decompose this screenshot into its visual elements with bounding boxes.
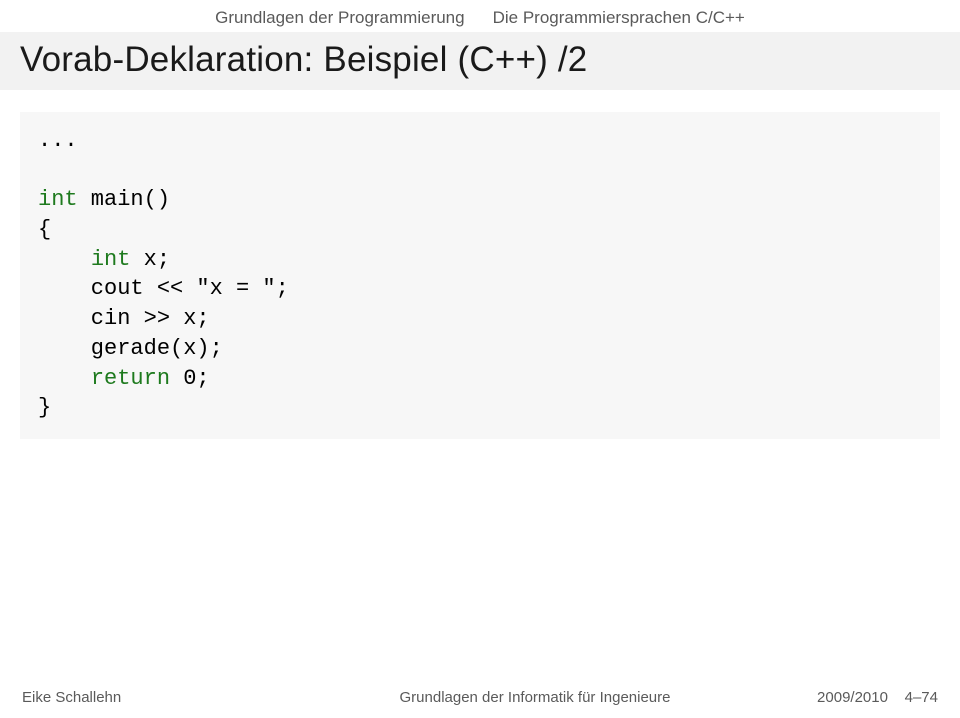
title-band: Vorab-Deklaration: Beispiel (C++) /2 (0, 32, 960, 90)
footer-term: 2009/2010 (817, 689, 888, 706)
keyword-int: int (38, 187, 78, 212)
page-title: Vorab-Deklaration: Beispiel (C++) /2 (20, 40, 940, 80)
code-indent (38, 247, 91, 272)
code-brace-close: } (38, 395, 51, 420)
code-return-tail: 0; (170, 366, 210, 391)
code-gerade: gerade(x); (38, 336, 223, 361)
code-brace-open: { (38, 217, 51, 242)
code-indent (38, 366, 91, 391)
footer: Eike Schallehn Grundlagen der Informatik… (0, 689, 960, 706)
footer-author: Eike Schallehn (22, 689, 292, 706)
footer-pageinfo: 2009/2010 4–74 (778, 689, 938, 706)
code-cout: cout << "x = "; (38, 276, 289, 301)
code-cin: cin >> x; (38, 306, 210, 331)
keyword-int: int (91, 247, 131, 272)
code-block: ... int main() { int x; cout << "x = "; … (20, 112, 940, 439)
code-decl-x: x; (130, 247, 170, 272)
footer-course: Grundlagen der Informatik für Ingenieure (292, 689, 778, 706)
breadcrumb: Grundlagen der Programmierung Die Progra… (0, 0, 960, 28)
breadcrumb-right: Die Programmiersprachen C/C++ (493, 8, 745, 28)
keyword-return: return (91, 366, 170, 391)
code-main-sig: main() (78, 187, 170, 212)
code-ellipsis: ... (38, 128, 78, 153)
breadcrumb-left: Grundlagen der Programmierung (215, 8, 464, 28)
footer-page: 4–74 (905, 689, 938, 706)
